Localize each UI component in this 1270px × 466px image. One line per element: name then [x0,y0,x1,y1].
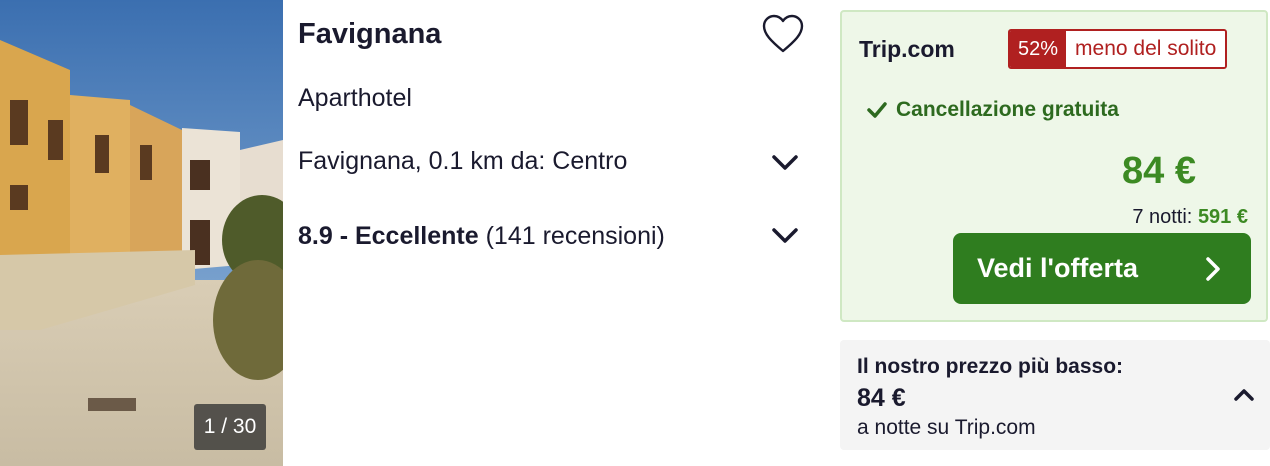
discount-badge: 52% meno del solito [1008,29,1228,69]
lowest-price-panel[interactable]: Il nostro prezzo più basso: 84 € a notte… [840,340,1270,450]
photo-counter: 1 / 30 [194,404,266,450]
location-expand-button[interactable] [770,150,800,174]
chevron-down-icon [772,155,798,170]
nights-total: 7 notti: 591 € [1132,206,1248,229]
rating-score: 8.9 - Eccellente [298,222,479,250]
discount-text: meno del solito [1066,31,1226,67]
check-icon [867,102,887,118]
view-offer-button[interactable]: Vedi l'offerta [953,233,1251,304]
nights-label: 7 notti: [1132,206,1198,228]
discount-percent: 52% [1010,31,1067,67]
rating-expand-button[interactable] [770,223,800,247]
nights-total-price: 591 € [1197,206,1248,228]
free-cancellation-label: Cancellazione gratuita [896,98,1119,121]
hotel-name[interactable]: Favignana [298,18,441,51]
chevron-right-icon [1206,257,1220,281]
view-offer-label: Vedi l'offerta [977,253,1138,283]
hotel-location: Favignana, 0.1 km da: Centro [298,147,628,175]
rating-reviews: (141 recensioni) [478,222,665,250]
collapse-button[interactable] [1232,386,1256,404]
hotel-info: Favignana Aparthotel Favignana, 0.1 km d… [298,0,818,466]
lowest-price-title: Il nostro prezzo più basso: [857,355,1124,378]
offer-price: 84 € [1122,150,1196,192]
favorite-button[interactable] [761,14,805,54]
chevron-up-icon [1234,389,1254,401]
hotel-photo-image [0,0,283,466]
lowest-price-value: 84 € [857,384,906,412]
hotel-rating: 8.9 - Eccellente (141 recensioni) [298,222,665,251]
offer-provider: Trip.com [859,36,955,62]
chevron-down-icon [772,228,798,243]
hotel-photo[interactable]: 1 / 30 [0,0,283,466]
hotel-type: Aparthotel [298,84,412,112]
lowest-price-subtitle: a notte su Trip.com [857,416,1036,439]
offer-card: Trip.com 52% meno del solito Cancellazio… [840,10,1268,322]
heart-icon [762,14,804,53]
free-cancellation: Cancellazione gratuita [866,98,1119,122]
